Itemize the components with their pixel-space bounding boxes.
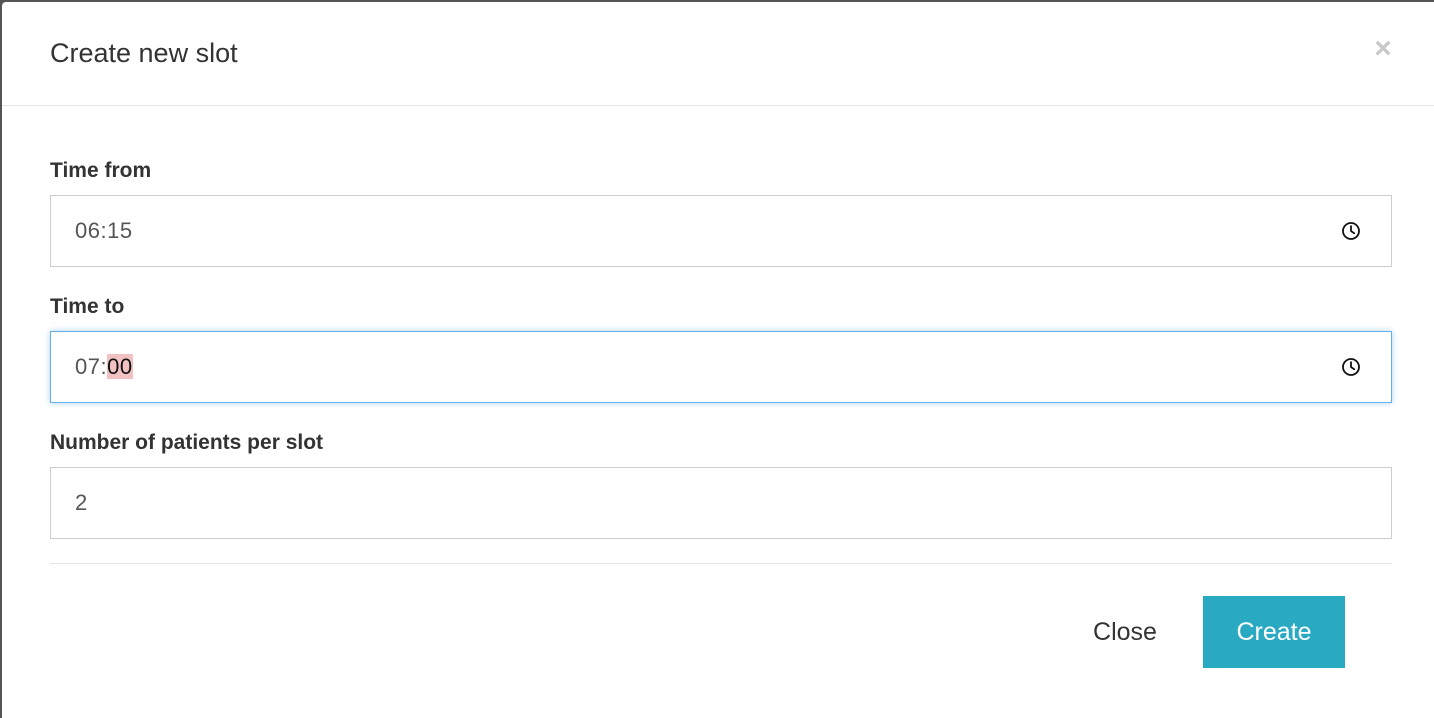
- patients-per-slot-input[interactable]: 2: [50, 467, 1392, 539]
- patients-per-slot-label: Number of patients per slot: [50, 431, 324, 454]
- create-button[interactable]: Create: [1203, 596, 1345, 668]
- time-to-label: Time to: [50, 295, 125, 318]
- time-to-minutes[interactable]: 00: [107, 354, 133, 379]
- clock-icon[interactable]: [1341, 357, 1361, 377]
- time-from-value: 06:15: [75, 218, 133, 244]
- time-from-input[interactable]: 06:15: [50, 195, 1392, 267]
- close-button[interactable]: Close: [1070, 596, 1180, 668]
- time-from-minutes[interactable]: 15: [107, 218, 132, 243]
- footer-divider: [50, 563, 1392, 564]
- create-slot-modal: Create new slot × Time from 06:15 Time t…: [2, 2, 1434, 718]
- modal-header: Create new slot ×: [2, 2, 1434, 106]
- time-to-hours[interactable]: 07: [75, 354, 100, 379]
- close-icon[interactable]: ×: [1368, 32, 1398, 66]
- modal-title: Create new slot: [50, 38, 238, 68]
- page-backdrop: Create new slot × Time from 06:15 Time t…: [0, 0, 1434, 718]
- time-from-hours[interactable]: 06: [75, 218, 100, 243]
- time-from-label: Time from: [50, 159, 152, 182]
- time-to-input[interactable]: 07:00: [50, 331, 1392, 403]
- time-to-value: 07:00: [75, 354, 133, 380]
- clock-icon[interactable]: [1341, 221, 1361, 241]
- patients-per-slot-value: 2: [75, 490, 88, 515]
